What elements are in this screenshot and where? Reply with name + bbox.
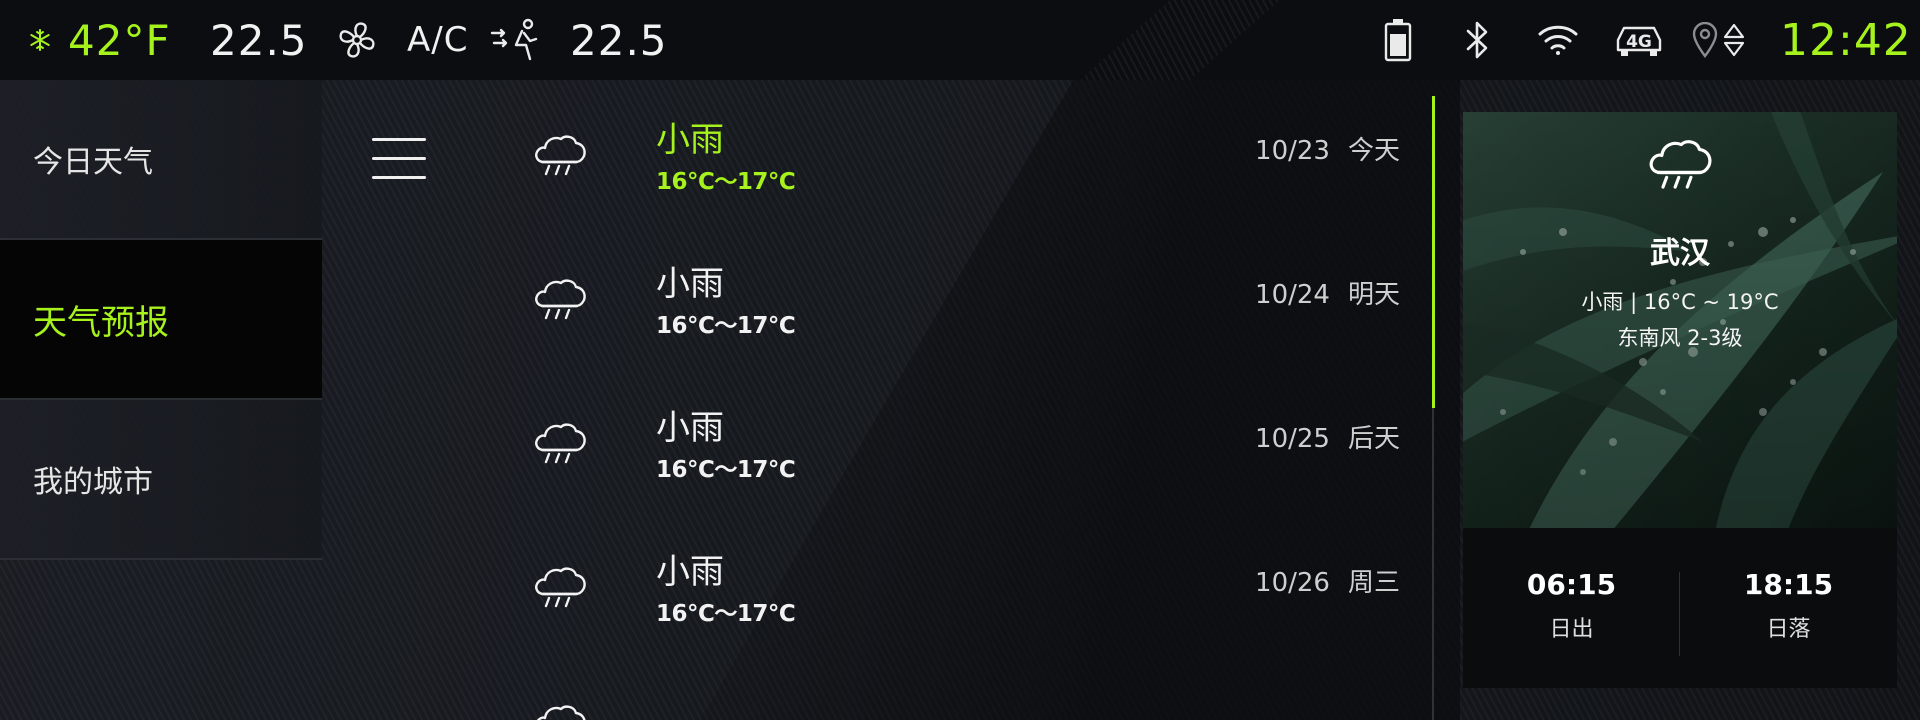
light-rain-icon [532, 276, 588, 326]
status-bar-stripe [1080, 0, 1280, 80]
sunrise: 06:15 日出 [1463, 568, 1680, 643]
forecast-date-value: 10/26 [1255, 568, 1330, 598]
forecast-temperature: 16℃～17℃ [656, 601, 796, 627]
clock: 12:42 [1780, 14, 1912, 66]
forecast-date-value: 10/24 [1255, 280, 1330, 310]
city-name: 武汉 [1650, 236, 1710, 271]
forecast-temperature: 16℃～17℃ [656, 313, 796, 339]
forecast-temperature: 16℃～17℃ [656, 169, 796, 195]
outside-temperature: 42°F [68, 15, 171, 65]
fan-icon[interactable] [335, 0, 379, 80]
network-type: 4G [1626, 32, 1652, 52]
selected-day-indicator [1432, 96, 1435, 408]
sidebar-divider [0, 558, 322, 560]
passenger-temperature[interactable]: 22.5 [570, 0, 668, 80]
sunset-time: 18:15 [1743, 568, 1834, 601]
forecast-day-label: 周三 [1347, 568, 1400, 598]
menu-icon[interactable] [372, 136, 428, 182]
forecast-day-label: 后天 [1347, 424, 1400, 454]
light-rain-icon [532, 420, 588, 470]
forecast-condition: 小雨 [656, 264, 724, 304]
sidebar-item-my-cities[interactable]: 我的城市 [0, 400, 322, 558]
forecast-row-partial[interactable] [520, 688, 1400, 720]
up-down-arrows-icon [1722, 0, 1746, 80]
forecast-date: 10/26 周三 [1255, 562, 1400, 599]
sidebar-item-label: 今日天气 [33, 145, 153, 180]
sunset: 18:15 日落 [1680, 568, 1897, 643]
forecast-row[interactable]: 小雨 16℃～17℃ 10/25 后天 [520, 400, 1400, 530]
forecast-day-label: 今天 [1347, 136, 1400, 166]
sunrise-label: 日出 [1549, 617, 1594, 642]
battery-icon [1384, 0, 1412, 80]
sidebar-item-label: 我的城市 [33, 465, 153, 500]
driver-temperature[interactable]: 22.5 [210, 0, 308, 80]
seat-airflow-icon[interactable] [490, 0, 540, 80]
forecast-date-value: 10/25 [1255, 424, 1330, 454]
forecast-date: 10/25 后天 [1255, 418, 1400, 455]
forecast-row[interactable]: 小雨 16℃～17℃ 10/23 今天 [520, 112, 1400, 242]
light-rain-icon [532, 702, 588, 720]
wifi-icon[interactable] [1537, 0, 1579, 80]
light-rain-icon [532, 564, 588, 614]
ac-button[interactable]: A/C [407, 0, 468, 80]
light-rain-icon [1646, 136, 1714, 196]
forecast-temperature: 16℃～17℃ [656, 457, 796, 483]
forecast-date: 10/23 今天 [1255, 130, 1400, 167]
sunrise-time: 06:15 [1526, 568, 1617, 601]
forecast-row[interactable]: 小雨 16℃～17℃ 10/24 明天 [520, 256, 1400, 386]
sidebar-item-label: 天气预报 [33, 302, 169, 343]
bluetooth-icon[interactable] [1464, 0, 1492, 80]
sidebar: 今日天气 天气预报 我的城市 [0, 80, 322, 720]
sunset-label: 日落 [1766, 617, 1811, 642]
sidebar-item-forecast[interactable]: 天气预报 [0, 240, 322, 398]
forecast-condition: 小雨 [656, 120, 724, 160]
weather-summary: 小雨 | 16°C ~ 19°C [1581, 290, 1779, 314]
forecast-date: 10/24 明天 [1255, 274, 1400, 311]
car-network-icon: 4G [1612, 0, 1666, 80]
light-rain-icon [532, 132, 588, 182]
sidebar-item-today-weather[interactable]: 今日天气 [0, 80, 322, 238]
forecast-condition: 小雨 [656, 552, 724, 592]
forecast-row[interactable]: 小雨 16℃～17℃ 10/26 周三 [520, 544, 1400, 674]
forecast-date-value: 10/23 [1255, 136, 1330, 166]
location-icon[interactable] [1692, 0, 1718, 80]
forecast-day-label: 明天 [1347, 280, 1400, 310]
city-weather-card[interactable]: 武汉 小雨 | 16°C ~ 19°C 东南风 2-3级 06:15 日出 18… [1463, 112, 1897, 688]
forecast-condition: 小雨 [656, 408, 724, 448]
status-bar: 42°F 22.5 A/C 22.5 4G 12:42 [0, 0, 1920, 80]
wind-info: 东南风 2-3级 [1617, 326, 1743, 350]
snowflake-icon[interactable] [28, 0, 52, 80]
